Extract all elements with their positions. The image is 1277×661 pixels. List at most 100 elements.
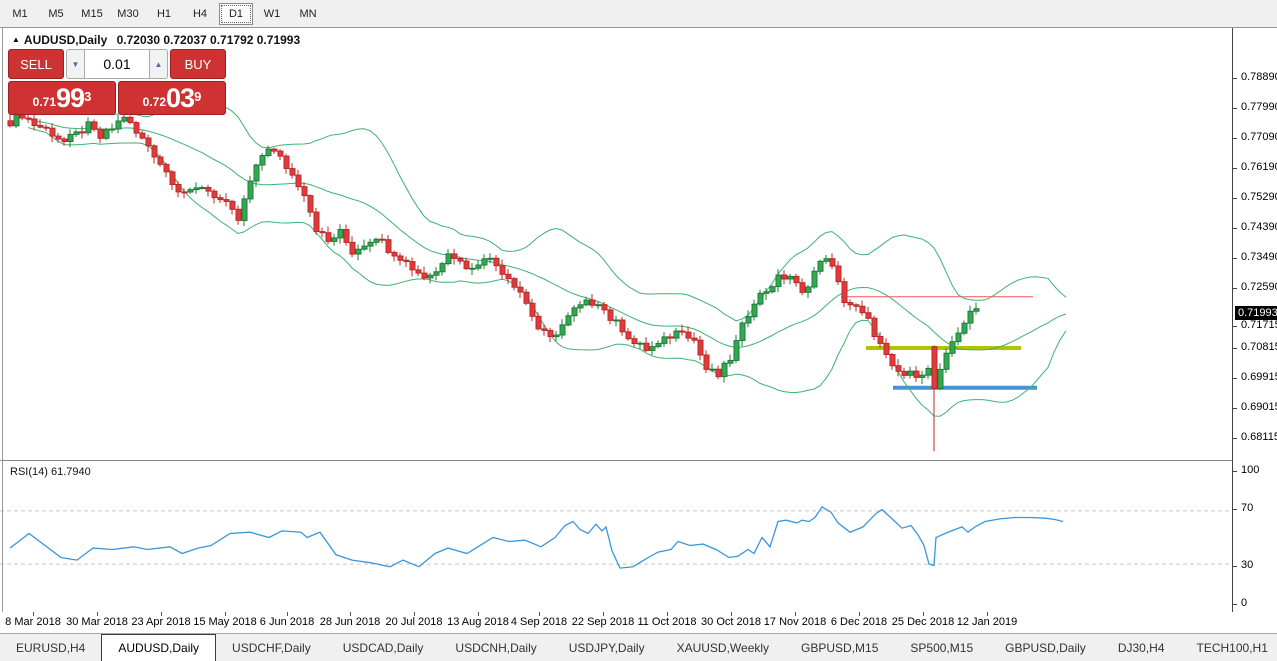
date-axis-tick bbox=[225, 612, 226, 616]
price-axis-label: 0.72590 bbox=[1241, 281, 1277, 293]
date-axis-label: 8 Mar 2018 bbox=[5, 616, 61, 628]
date-axis-label: 30 Mar 2018 bbox=[66, 616, 128, 628]
timeframe-button-h4[interactable]: H4 bbox=[183, 3, 217, 25]
chart-left-border bbox=[2, 28, 3, 612]
axis-tick bbox=[1233, 509, 1237, 510]
price-axis-label: 0.69915 bbox=[1241, 371, 1277, 383]
trade-prices-row: 0.71 99 3 0.72 03 9 bbox=[8, 81, 226, 115]
volume-input[interactable] bbox=[85, 49, 149, 79]
axis-tick bbox=[1233, 288, 1237, 289]
volume-increase-button[interactable]: ▲ bbox=[149, 49, 168, 79]
timeframe-button-m5[interactable]: M5 bbox=[39, 3, 73, 25]
chart-tab-dj30-h4[interactable]: DJ30,H4 bbox=[1102, 634, 1181, 661]
date-axis-tick bbox=[161, 612, 162, 616]
date-axis-label: 20 Jul 2018 bbox=[386, 616, 443, 628]
price-axis-label: 0.75290 bbox=[1241, 191, 1277, 203]
sell-button[interactable]: SELL bbox=[8, 49, 64, 79]
sell-price-box[interactable]: 0.71 99 3 bbox=[8, 81, 116, 115]
sell-price-big: 99 bbox=[56, 85, 84, 112]
date-axis-label: 4 Sep 2018 bbox=[511, 616, 567, 628]
rsi-indicator-label: RSI(14) 61.7940 bbox=[10, 466, 91, 478]
axis-tick bbox=[1233, 566, 1237, 567]
rsi-line bbox=[10, 507, 1063, 568]
sell-price-small: 0.71 bbox=[33, 92, 56, 112]
volume-decrease-button[interactable]: ▼ bbox=[66, 49, 85, 79]
timeframe-button-d1[interactable]: D1 bbox=[219, 3, 253, 25]
timeframe-button-h1[interactable]: H1 bbox=[147, 3, 181, 25]
date-axis-tick bbox=[33, 612, 34, 616]
trade-controls-row: SELL ▼ ▲ BUY bbox=[8, 49, 226, 79]
timeframe-button-mn[interactable]: MN bbox=[291, 3, 325, 25]
rsi-axis-label: 0 bbox=[1241, 597, 1247, 609]
timeframe-button-m15[interactable]: M15 bbox=[75, 3, 109, 25]
chart-tab-gbpusd-daily[interactable]: GBPUSD,Daily bbox=[989, 634, 1102, 661]
chart-region: ▲AUDUSD,Daily 0.72030 0.72037 0.71792 0.… bbox=[0, 28, 1277, 612]
chart-tab-usdcnh-daily[interactable]: USDCNH,Daily bbox=[439, 634, 552, 661]
date-axis-tick bbox=[923, 612, 924, 616]
chart-tab-audusd-daily[interactable]: AUDUSD,Daily bbox=[101, 634, 216, 661]
buy-price-pip: 9 bbox=[194, 82, 201, 112]
date-axis-tick bbox=[859, 612, 860, 616]
rsi-chart-canvas[interactable] bbox=[0, 462, 1232, 612]
date-axis-label: 11 Oct 2018 bbox=[637, 616, 696, 628]
terminal-window: M1M5M15M30H1H4D1W1MN ▲AUDUSD,Daily 0.720… bbox=[0, 0, 1277, 661]
axis-tick bbox=[1233, 326, 1237, 327]
buy-price-box[interactable]: 0.72 03 9 bbox=[118, 81, 226, 115]
axis-tick bbox=[1233, 471, 1237, 472]
chart-tab-sp500-m15[interactable]: SP500,M15 bbox=[894, 634, 989, 661]
date-axis-label: 28 Jun 2018 bbox=[320, 616, 381, 628]
date-axis-label: 17 Nov 2018 bbox=[764, 616, 826, 628]
timeframe-button-m30[interactable]: M30 bbox=[111, 3, 145, 25]
date-axis-label: 6 Dec 2018 bbox=[831, 616, 887, 628]
chart-tab-gbpusd-m15[interactable]: GBPUSD,M15 bbox=[785, 634, 894, 661]
date-axis-label: 6 Jun 2018 bbox=[260, 616, 314, 628]
date-axis-label: 23 Apr 2018 bbox=[131, 616, 190, 628]
buy-button[interactable]: BUY bbox=[170, 49, 226, 79]
timeframe-button-w1[interactable]: W1 bbox=[255, 3, 289, 25]
rsi-axis-label: 30 bbox=[1241, 559, 1253, 571]
timeframe-toolbar: M1M5M15M30H1H4D1W1MN bbox=[0, 0, 1277, 28]
axis-tick bbox=[1233, 108, 1237, 109]
chart-tab-xauusd-weekly[interactable]: XAUUSD,Weekly bbox=[661, 634, 785, 661]
price-axis-label: 0.73490 bbox=[1241, 251, 1277, 263]
price-axis-label: 0.69015 bbox=[1241, 401, 1277, 413]
date-axis-tick bbox=[667, 612, 668, 616]
date-axis-tick bbox=[414, 612, 415, 616]
price-axis-pane[interactable]: 0.788900.779900.770900.761900.752900.743… bbox=[1232, 28, 1277, 612]
date-axis[interactable]: 8 Mar 2018 30 Mar 201823 Apr 201815 May 2… bbox=[0, 612, 1277, 633]
axis-tick bbox=[1233, 348, 1237, 349]
price-axis-label: 0.68115 bbox=[1241, 431, 1277, 443]
date-axis-label: 13 Aug 2018 bbox=[447, 616, 509, 628]
chart-tab-tech100-h1[interactable]: TECH100,H1 bbox=[1181, 634, 1277, 661]
chart-tab-eurusd-h4[interactable]: EURUSD,H4 bbox=[0, 634, 101, 661]
current-price-badge: 0.71993 bbox=[1235, 306, 1277, 320]
chart-tab-usdcad-daily[interactable]: USDCAD,Daily bbox=[327, 634, 440, 661]
axis-tick bbox=[1233, 228, 1237, 229]
axis-tick bbox=[1233, 138, 1237, 139]
axis-tick bbox=[1233, 258, 1237, 259]
timeframe-button-m1[interactable]: M1 bbox=[3, 3, 37, 25]
date-axis-tick bbox=[603, 612, 604, 616]
chart-tab-usdchf-daily[interactable]: USDCHF,Daily bbox=[216, 634, 327, 661]
sell-price-pip: 3 bbox=[84, 82, 91, 112]
rsi-axis-label: 70 bbox=[1241, 502, 1253, 514]
price-axis-label: 0.77990 bbox=[1241, 101, 1277, 113]
price-axis-label: 0.77090 bbox=[1241, 131, 1277, 143]
chart-tab-usdjpy-daily[interactable]: USDJPY,Daily bbox=[553, 634, 661, 661]
one-click-trade-panel: SELL ▼ ▲ BUY 0.71 99 3 0.72 03 9 bbox=[8, 49, 226, 115]
date-axis-tick bbox=[287, 612, 288, 616]
chart-marker-icon[interactable]: ▲ bbox=[12, 35, 20, 44]
date-axis-label: 25 Dec 2018 bbox=[892, 616, 954, 628]
price-axis-label: 0.76190 bbox=[1241, 161, 1277, 173]
axis-tick bbox=[1233, 198, 1237, 199]
date-axis-tick bbox=[987, 612, 988, 616]
buy-price-big: 03 bbox=[166, 85, 194, 112]
axis-tick bbox=[1233, 378, 1237, 379]
axis-tick bbox=[1233, 78, 1237, 79]
price-axis-label: 0.74390 bbox=[1241, 221, 1277, 233]
axis-tick bbox=[1233, 438, 1237, 439]
buy-price-small: 0.72 bbox=[143, 92, 166, 112]
price-axis-label: 0.70815 bbox=[1241, 341, 1277, 353]
date-axis-label: 15 May 2018 bbox=[193, 616, 257, 628]
date-axis-tick bbox=[97, 612, 98, 616]
